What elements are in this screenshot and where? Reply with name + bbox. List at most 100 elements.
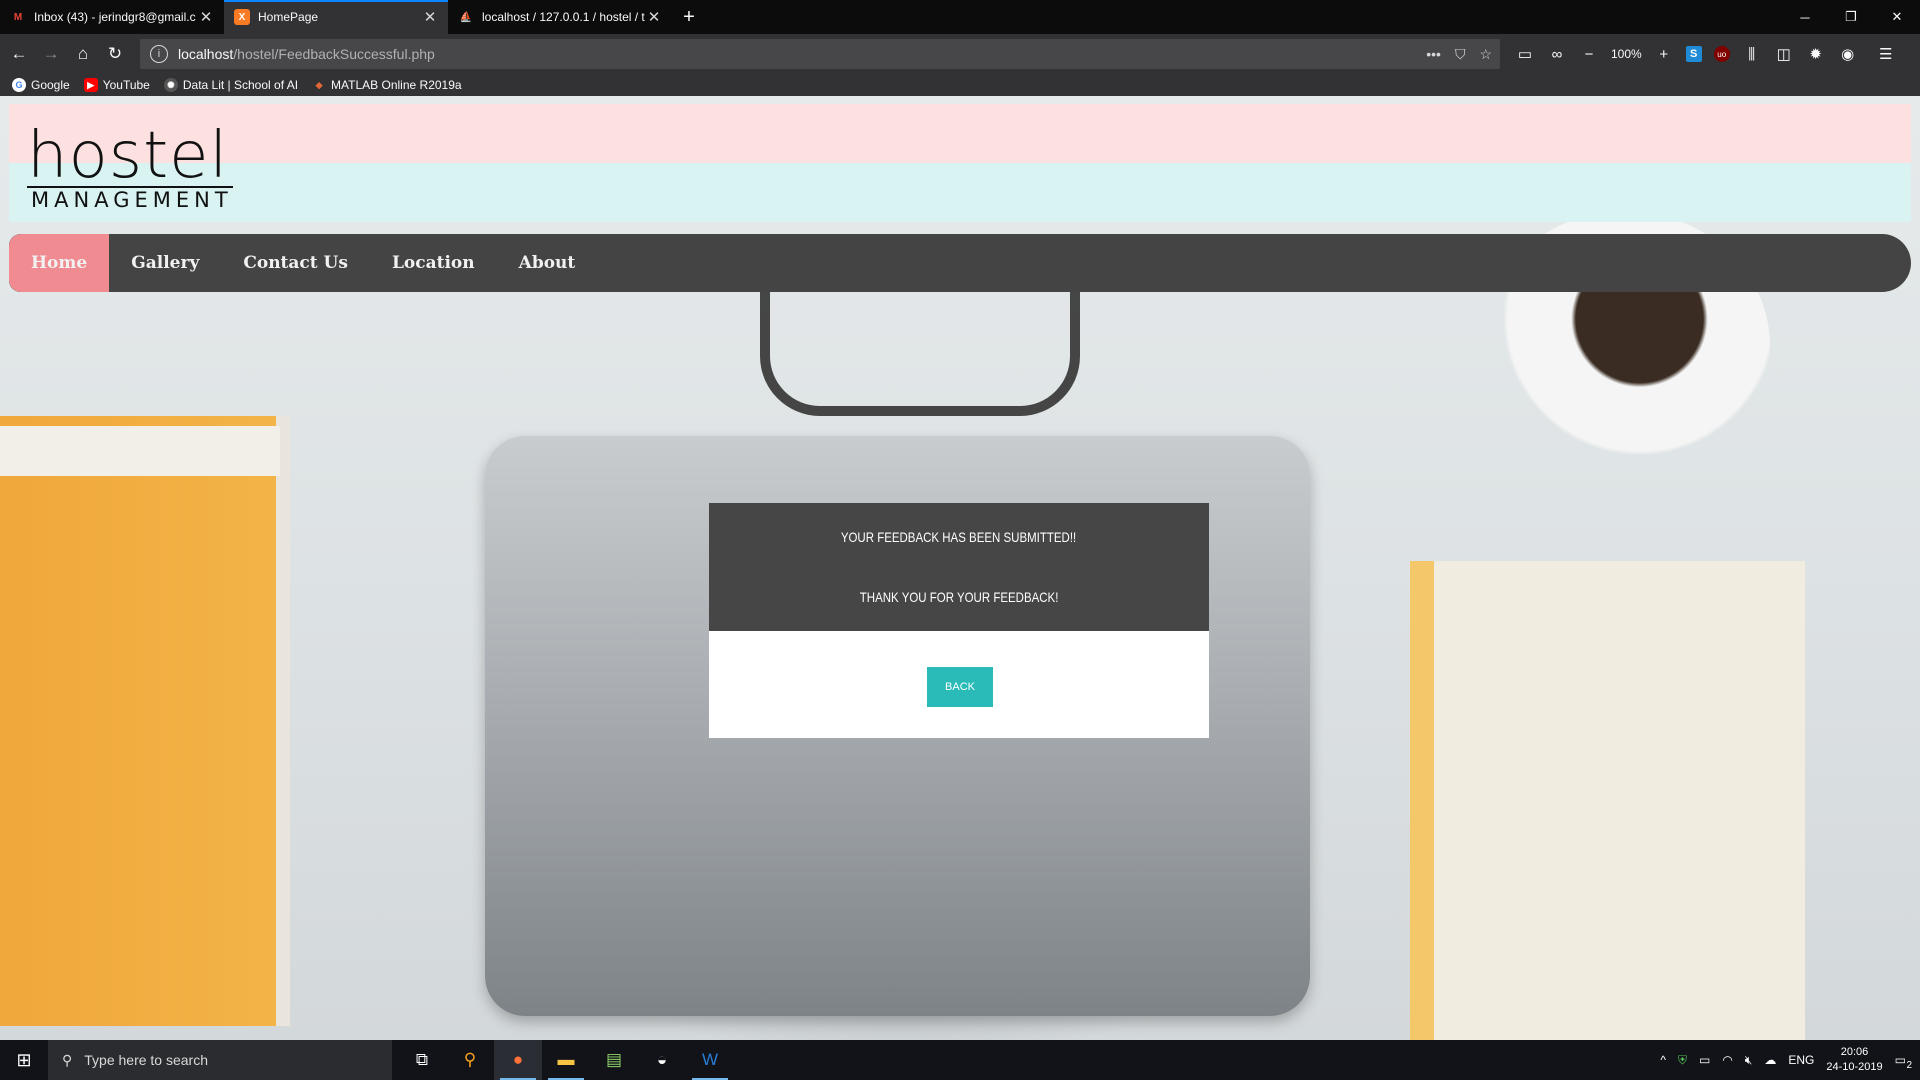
chevron-up-icon[interactable]: ^ [1660, 1053, 1666, 1067]
notifications-icon[interactable]: ▭ 2 [1895, 1053, 1912, 1071]
display-icon[interactable]: ▭ [1699, 1053, 1710, 1067]
home-icon[interactable]: ⌂ [68, 39, 98, 69]
reload-icon[interactable]: ↻ [100, 39, 130, 69]
url-path: /hostel/FeedbackSuccessful.php [233, 46, 435, 62]
windows-start-icon[interactable]: ⊞ [0, 1040, 48, 1080]
site-logo[interactable]: hostel MANAGEMENT [27, 124, 257, 224]
window-controls: ─ ❐ ✕ [1782, 0, 1920, 34]
reader-view-icon[interactable]: ▭ [1515, 45, 1535, 63]
zoom-out-icon[interactable]: − [1579, 46, 1599, 63]
restore-icon[interactable]: ❐ [1828, 0, 1874, 34]
clock-time: 20:06 [1840, 1046, 1869, 1058]
system-tray: ^ ⛨ ▭ ◠ 🔇︎ ☁ ENG 20:06 24-10-2019 ▭ 2 [1660, 1040, 1920, 1080]
search-placeholder: Type here to search [84, 1052, 209, 1068]
ublock-icon[interactable]: uo [1713, 46, 1730, 62]
tab-gmail[interactable]: M Inbox (43) - jerindgr8@gmail.c ✕ [0, 0, 224, 34]
tab-phpmyadmin[interactable]: ⛵ localhost / 127.0.0.1 / hostel / t ✕ [448, 0, 672, 34]
logo-subtitle: MANAGEMENT [27, 186, 233, 212]
background-book-image [0, 416, 290, 1026]
new-tab-button[interactable]: + [672, 0, 706, 34]
nav-home[interactable]: Home [9, 234, 110, 292]
task-view-icon[interactable]: ⧉ [398, 1040, 446, 1080]
background-book-spine [0, 426, 280, 476]
bookmark-matlab[interactable]: ◆ MATLAB Online R2019a [312, 78, 462, 92]
tab-strip: M Inbox (43) - jerindgr8@gmail.c ✕ X Hom… [0, 0, 1920, 34]
close-window-icon[interactable]: ✕ [1874, 0, 1920, 34]
thank-you-message: THANK YOU FOR YOUR FEEDBACK! [859, 589, 1059, 605]
settings-gear-icon[interactable]: ✹ [1806, 45, 1826, 63]
phpmyadmin-icon: ⛵ [459, 11, 473, 23]
close-tab-icon[interactable]: ✕ [198, 8, 214, 26]
dialog-message-area: YOUR FEEDBACK HAS BEEN SUBMITTED!! THANK… [709, 503, 1209, 631]
notification-count: 2 [1906, 1060, 1912, 1071]
minimize-icon[interactable]: ─ [1782, 0, 1828, 34]
search-icon: ⚲ [62, 1051, 73, 1068]
back-button[interactable]: BACK [927, 667, 993, 707]
sidebar-icon[interactable]: ◫ [1774, 45, 1794, 63]
bookmark-label: Google [31, 78, 70, 92]
xbox-icon[interactable]: ◒ [638, 1040, 686, 1080]
menu-hamburger-icon[interactable]: ☰ [1876, 45, 1896, 63]
bookmarks-bar: G Google ▶ YouTube ✺ Data Lit | School o… [0, 74, 1920, 96]
search-app-icon[interactable]: ⚲ [446, 1040, 494, 1080]
address-bar[interactable]: i localhost/hostel/FeedbackSuccessful.ph… [140, 39, 1500, 69]
nav-location[interactable]: Location [370, 234, 497, 292]
bookmark-label: Data Lit | School of AI [182, 78, 299, 92]
taskbar-search-box[interactable]: ⚲ Type here to search [48, 1040, 392, 1080]
clock-date: 24-10-2019 [1826, 1061, 1883, 1073]
success-message: YOUR FEEDBACK HAS BEEN SUBMITTED!! [841, 529, 1077, 545]
header-pink-band [9, 104, 1911, 163]
logo-wordmark: hostel [27, 119, 229, 193]
onedrive-icon[interactable]: ☁ [1764, 1053, 1776, 1067]
zoom-level[interactable]: 100% [1611, 47, 1642, 61]
tab-homepage[interactable]: X HomePage ✕ [224, 0, 448, 34]
page-actions-icon[interactable]: ••• [1426, 46, 1441, 62]
word-icon[interactable]: W [686, 1040, 734, 1080]
youtube-icon: ▶ [83, 78, 98, 92]
tab-title: HomePage [258, 10, 319, 24]
account-icon[interactable]: ◉ [1838, 45, 1858, 63]
bookmark-label: YouTube [102, 78, 150, 92]
bookmark-data-lit[interactable]: ✺ Data Lit | School of AI [163, 78, 299, 92]
nav-contact-us[interactable]: Contact Us [221, 234, 370, 292]
glasses-icon[interactable]: ∞ [1547, 46, 1567, 63]
dialog-footer: BACK [709, 631, 1209, 738]
wifi-icon[interactable]: ◠ [1722, 1053, 1732, 1067]
matlab-icon: ◆ [315, 79, 323, 90]
nav-about[interactable]: About [497, 234, 598, 292]
forward-arrow-icon[interactable]: → [36, 39, 66, 69]
close-tab-icon[interactable]: ✕ [422, 8, 438, 26]
bookmark-google[interactable]: G Google [12, 78, 70, 92]
tab-title: localhost / 127.0.0.1 / hostel / t [482, 10, 645, 24]
header-cyan-band [9, 163, 1911, 222]
pinned-apps: ⧉ ⚲ ● ▬ ▤ ◒ W [398, 1040, 734, 1080]
nav-gallery[interactable]: Gallery [109, 234, 221, 292]
zoom-in-icon[interactable]: + [1654, 46, 1674, 63]
url-host: localhost [178, 46, 234, 62]
navigation-toolbar: ← → ⌂ ↻ i localhost/hostel/FeedbackSucce… [0, 34, 1920, 74]
gmail-icon: M [13, 11, 23, 23]
web-page: hostel MANAGEMENT Home Gallery Contact U… [0, 96, 1920, 1040]
bookmark-star-icon[interactable]: ☆ [1479, 46, 1492, 63]
school-of-ai-icon: ✺ [163, 78, 178, 92]
language-indicator[interactable]: ENG [1788, 1053, 1814, 1067]
file-explorer-icon[interactable]: ▬ [542, 1040, 590, 1080]
xampp-icon: X [234, 9, 250, 25]
site-nav-menu: Home Gallery Contact Us Location About [9, 234, 1911, 292]
volume-muted-icon[interactable]: 🔇︎ [1745, 1053, 1753, 1068]
firefox-icon[interactable]: ● [494, 1040, 542, 1080]
defender-shield-icon[interactable]: ⛨ [1678, 1053, 1687, 1068]
info-icon[interactable]: i [150, 45, 168, 63]
bookmark-youtube[interactable]: ▶ YouTube [83, 78, 150, 92]
notepad-icon[interactable]: ▤ [590, 1040, 638, 1080]
library-icon[interactable]: ⫼ [1742, 46, 1762, 63]
background-notebook-image [1410, 561, 1805, 1040]
skype-extension-icon[interactable]: S [1685, 46, 1702, 62]
pocket-icon[interactable]: ⛉ [1455, 46, 1466, 63]
site-header: hostel MANAGEMENT [9, 104, 1911, 222]
clock[interactable]: 20:06 24-10-2019 [1826, 1045, 1882, 1075]
close-tab-icon[interactable]: ✕ [646, 8, 662, 26]
back-arrow-icon[interactable]: ← [4, 39, 34, 69]
tab-title: Inbox (43) - jerindgr8@gmail.c [34, 10, 196, 24]
background-glasses-image [760, 286, 1080, 416]
